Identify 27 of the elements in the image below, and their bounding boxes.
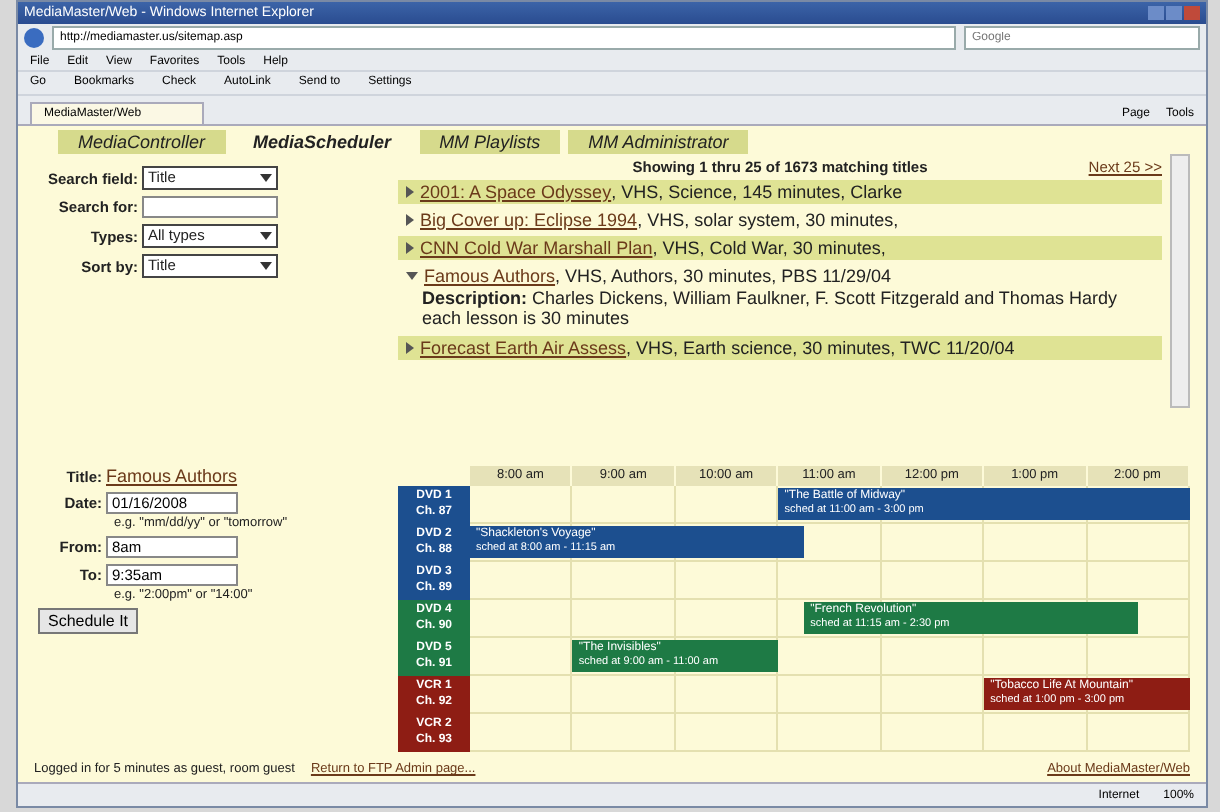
expand-toggle-icon[interactable]	[406, 342, 414, 354]
caret-icon	[260, 232, 272, 240]
app-tab[interactable]: MM Playlists	[419, 130, 561, 154]
expand-toggle-icon[interactable]	[406, 242, 414, 254]
app-tab[interactable]: MM Administrator	[568, 130, 749, 154]
title-details: , VHS, Cold War, 30 minutes,	[652, 238, 886, 258]
caret-icon	[260, 174, 272, 182]
scrollbar[interactable]	[1170, 154, 1190, 408]
title-link[interactable]: CNN Cold War Marshall Plan	[420, 238, 653, 258]
search-input[interactable]	[142, 196, 278, 218]
title-link[interactable]: Famous Authors	[106, 466, 238, 486]
title-link[interactable]: Famous Authors	[424, 266, 556, 286]
expand-toggle-icon[interactable]	[406, 272, 418, 280]
back-icon[interactable]	[24, 28, 44, 48]
title-link[interactable]: 2001: A Space Odyssey	[420, 182, 612, 202]
title-details: , VHS, Science, 145 minutes, Clarke	[611, 182, 903, 202]
title-link[interactable]: Forecast Earth Air Assess	[420, 338, 627, 358]
title-details: , VHS, solar system, 30 minutes,	[637, 210, 899, 230]
title-link[interactable]: Big Cover up: Eclipse 1994	[420, 210, 638, 230]
description-text: Description: Charles Dickens, William Faulkner, F. Scott Fitzgerald and Thomas Hardy each lesson is 30 minutes	[420, 286, 1119, 330]
schedule-button[interactable]: Schedule It	[38, 608, 139, 634]
expand-toggle-icon[interactable]	[406, 186, 414, 198]
expand-toggle-icon[interactable]	[406, 214, 414, 226]
app-tab[interactable]: MediaController	[58, 130, 226, 154]
title-details: , VHS, Earth science, 30 minutes, TWC 11/20/04	[626, 338, 1015, 358]
title-details: , VHS, Authors, 30 minutes, PBS 11/29/04	[555, 266, 891, 286]
caret-icon	[260, 262, 272, 270]
